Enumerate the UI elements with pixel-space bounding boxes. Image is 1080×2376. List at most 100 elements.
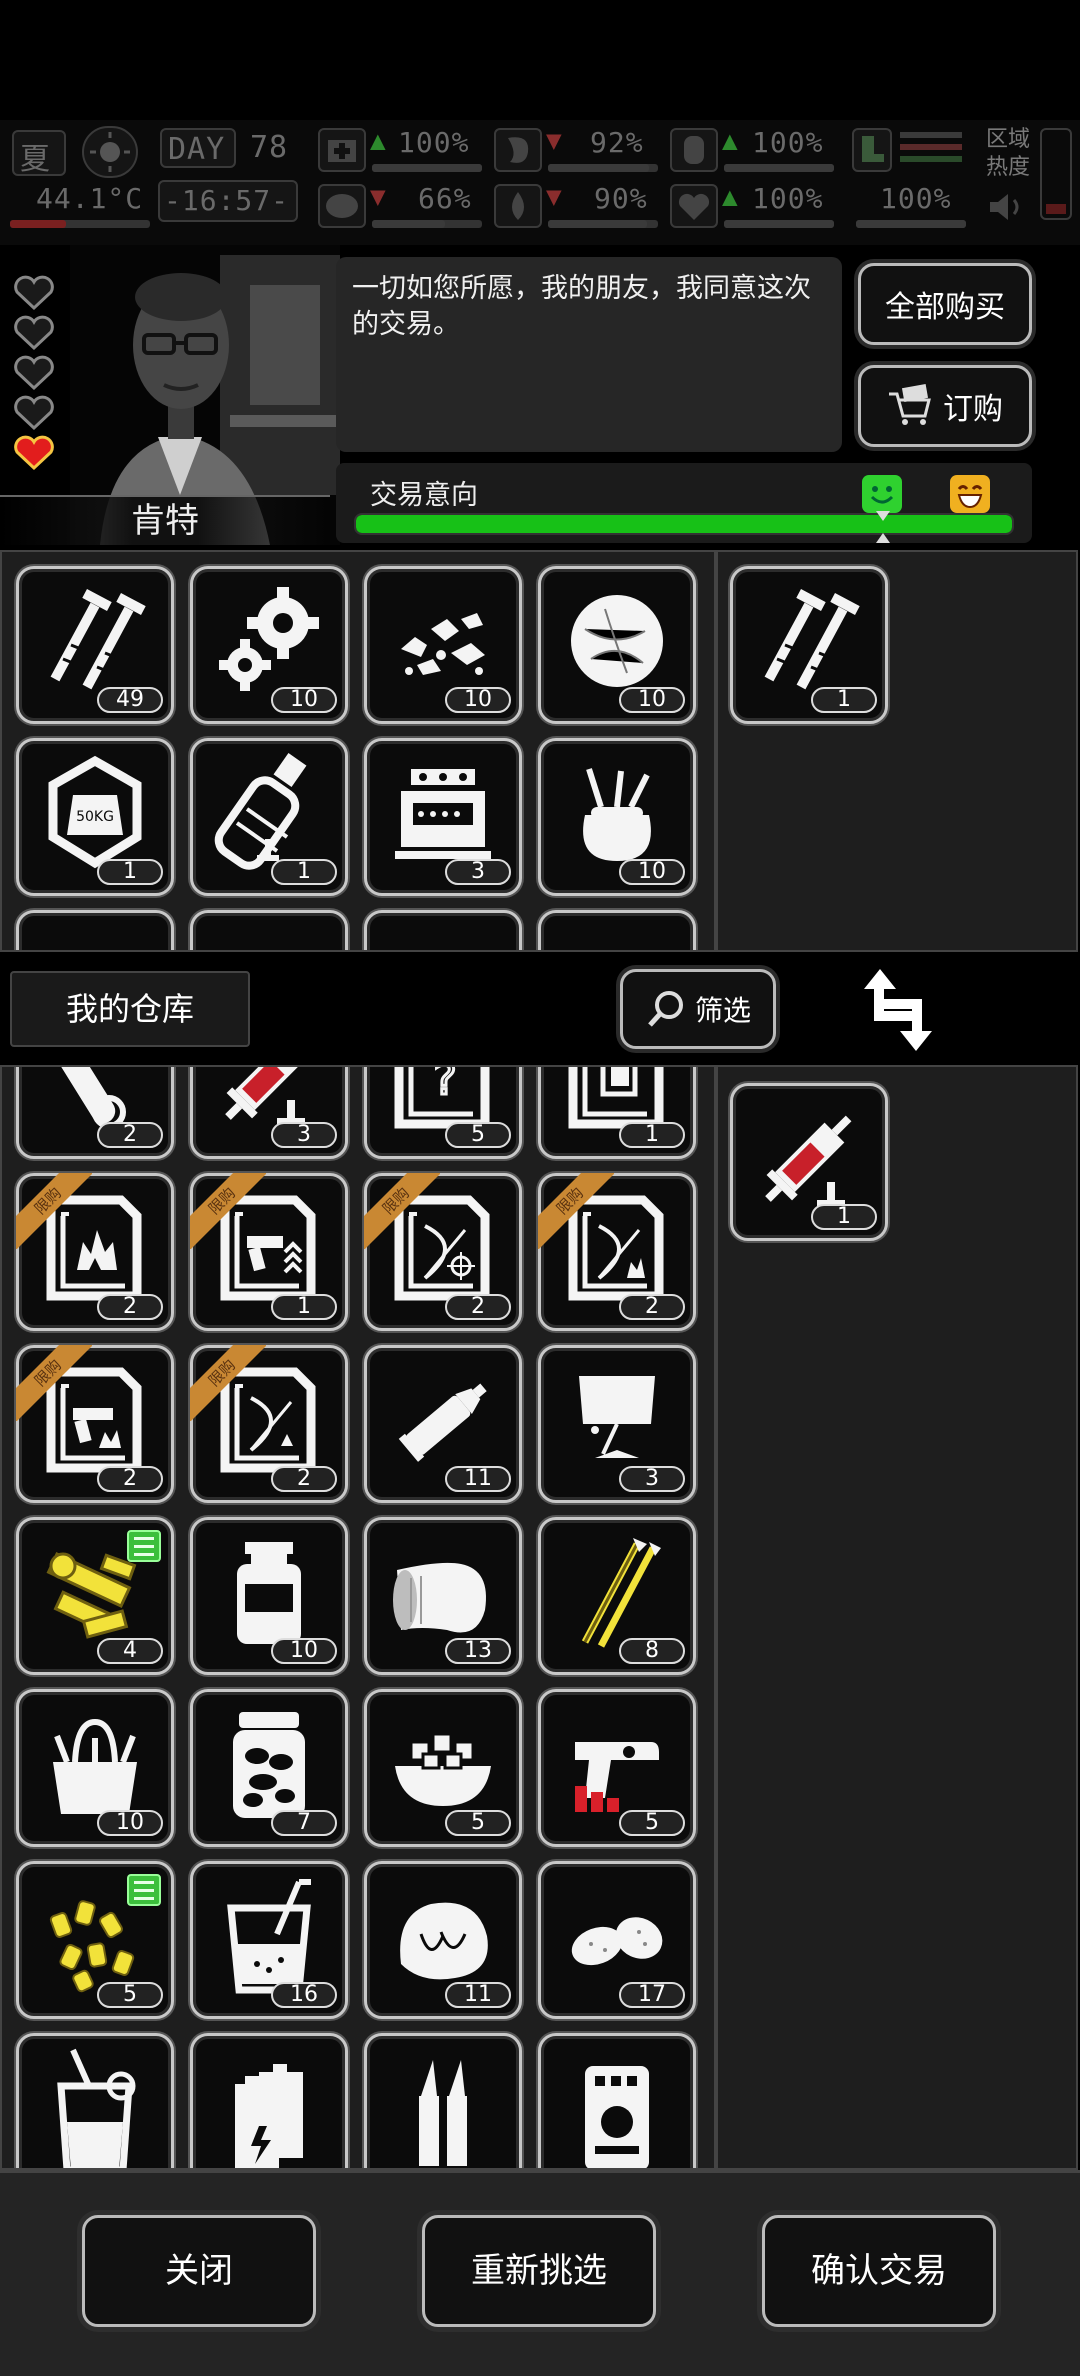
- item-count: 1: [271, 859, 337, 885]
- item-count: 4: [97, 1638, 163, 1664]
- item-slot[interactable]: 4: [16, 1517, 174, 1675]
- confirm-trade-button[interactable]: 确认交易: [762, 2215, 996, 2327]
- heart-empty-icon: [14, 315, 54, 351]
- item-slot[interactable]: ? 5: [364, 1067, 522, 1159]
- gears-icon: [219, 587, 319, 691]
- item-slot[interactable]: 10: [538, 566, 696, 724]
- player-offer-panel[interactable]: 1: [716, 1065, 1078, 2170]
- item-slot[interactable]: [190, 2033, 348, 2168]
- trader-inventory-panel[interactable]: 49 10 10 10 50KG 1 1 3 10: [0, 550, 716, 952]
- close-button[interactable]: 关闭: [82, 2215, 316, 2327]
- item-slot[interactable]: 17: [538, 1861, 696, 2019]
- order-button[interactable]: 订购: [858, 365, 1032, 447]
- item-slot[interactable]: 50KG 1: [16, 738, 174, 896]
- limited-ribbon-label: 限购: [190, 1173, 266, 1249]
- item-count: 7: [271, 1810, 337, 1836]
- item-slot[interactable]: 5: [538, 1689, 696, 1847]
- item-slot[interactable]: 7: [190, 1689, 348, 1847]
- thirst-bar: [548, 220, 658, 228]
- nails-icon: [50, 589, 146, 690]
- item-count: 2: [619, 1294, 685, 1320]
- item-slot[interactable]: 11: [364, 1861, 522, 2019]
- item-count: 17: [619, 1982, 685, 2008]
- food-bowl-icon: [395, 1732, 491, 1806]
- item-slot[interactable]: 3: [364, 738, 522, 896]
- reselect-button[interactable]: 重新挑选: [422, 2215, 656, 2327]
- item-count: 1: [811, 1204, 877, 1230]
- meat-icon: [400, 1902, 488, 1980]
- item-slot[interactable]: 3: [538, 1345, 696, 1503]
- item-slot[interactable]: 1: [190, 738, 348, 896]
- item-count: 16: [271, 1982, 337, 2008]
- item-slot[interactable]: 限购 2: [16, 1345, 174, 1503]
- trade-intent-fill: [356, 515, 1012, 533]
- item-slot[interactable]: 8: [538, 1517, 696, 1675]
- item-slot[interactable]: 10: [538, 738, 696, 896]
- item-slot[interactable]: 限购 2: [190, 1345, 348, 1503]
- item-slot[interactable]: [16, 2033, 174, 2168]
- item-slot[interactable]: [190, 910, 348, 950]
- item-slot[interactable]: [538, 2033, 696, 2168]
- item-count: 10: [619, 859, 685, 885]
- sanity-value: 66%: [418, 182, 472, 215]
- limited-ribbon: 限购: [190, 1345, 266, 1421]
- toolbox-icon: [53, 1718, 137, 1814]
- item-slot[interactable]: [16, 910, 174, 950]
- item-slot[interactable]: 10: [364, 566, 522, 724]
- item-slot[interactable]: 1: [730, 566, 888, 724]
- glue-tube-icon: [398, 1383, 487, 1462]
- buy-all-button[interactable]: 全部购买: [858, 263, 1032, 345]
- armor-value: 100%: [752, 126, 824, 159]
- limited-ribbon: 限购: [538, 1173, 614, 1249]
- item-slot[interactable]: 11: [364, 1345, 522, 1503]
- trader-name: 肯特: [0, 495, 330, 545]
- filter-button[interactable]: 筛选: [620, 969, 776, 1049]
- item-slot[interactable]: [364, 2033, 522, 2168]
- buy-all-label: 全部购买: [885, 290, 1005, 325]
- item-count: 13: [445, 1638, 511, 1664]
- noise-bar: [856, 220, 966, 228]
- item-slot[interactable]: 16: [190, 1861, 348, 2019]
- item-slot[interactable]: [364, 910, 522, 950]
- stomach-bar: [548, 164, 658, 172]
- warehouse-panel[interactable]: 2 3? 5 1 限购 2 限购 1 限购 2 限购 2 限购 2 限购 2 11 3 4 10 13 8 10 7 5 5 5 16…: [0, 1065, 716, 2170]
- order-label: 订购: [943, 392, 1003, 427]
- lamp-icon: [579, 1376, 655, 1458]
- swap-arrows-icon[interactable]: [858, 965, 938, 1055]
- item-slot[interactable]: [538, 910, 696, 950]
- nails-icon: [764, 589, 860, 690]
- item-slot[interactable]: 10: [190, 1517, 348, 1675]
- trader-panel: 肯特 一切如您所愿，我的朋友，我同意这次的交易。 全部购买 订购 交易意向: [0, 245, 1080, 545]
- item-count: 2: [97, 1294, 163, 1320]
- item-count: 5: [445, 1122, 511, 1148]
- grinning-face-icon: [950, 475, 990, 513]
- bandage-icon: [393, 1562, 486, 1633]
- item-count: 8: [619, 1638, 685, 1664]
- item-count: 10: [271, 687, 337, 713]
- radio-device-icon: [395, 769, 491, 859]
- item-slot[interactable]: 1: [538, 1067, 696, 1159]
- item-slot[interactable]: 10: [16, 1689, 174, 1847]
- item-slot[interactable]: 5: [364, 1689, 522, 1847]
- item-slot[interactable]: 2: [16, 1067, 174, 1159]
- gas-canister-icon: [214, 753, 307, 870]
- item-slot[interactable]: 10: [190, 566, 348, 724]
- item-slot[interactable]: 3: [190, 1067, 348, 1159]
- item-slot[interactable]: 1: [730, 1083, 888, 1241]
- item-slot[interactable]: 限购 1: [190, 1173, 348, 1331]
- item-count: 5: [97, 1982, 163, 2008]
- item-count: 11: [445, 1466, 511, 1492]
- warehouse-title: 我的仓库: [10, 971, 250, 1047]
- item-slot[interactable]: 限购 2: [364, 1173, 522, 1331]
- water-drop-icon: [494, 184, 542, 228]
- item-slot[interactable]: 5: [16, 1861, 174, 2019]
- magnifier-icon: [648, 991, 683, 1027]
- item-slot[interactable]: 限购 2: [16, 1173, 174, 1331]
- item-count: 2: [271, 1466, 337, 1492]
- item-slot[interactable]: 限购 2: [538, 1173, 696, 1331]
- trader-offer-panel[interactable]: 1: [716, 550, 1078, 952]
- svg-text:50KG: 50KG: [76, 809, 114, 825]
- item-count: 10: [271, 1638, 337, 1664]
- item-slot[interactable]: 49: [16, 566, 174, 724]
- item-slot[interactable]: 13: [364, 1517, 522, 1675]
